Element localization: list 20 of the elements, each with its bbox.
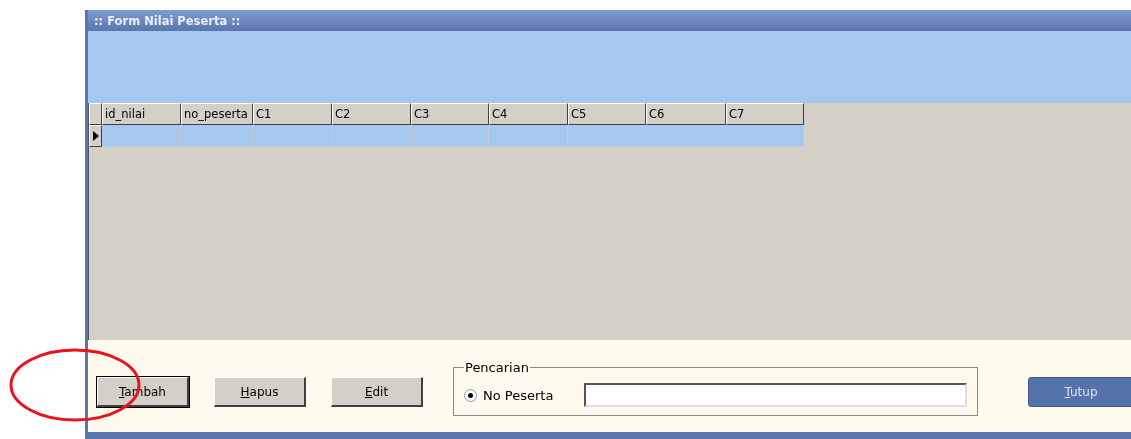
column-header[interactable]: no_peserta [181, 103, 253, 125]
edit-button[interactable]: Edit [331, 377, 423, 407]
column-header[interactable]: C5 [568, 103, 646, 125]
radio-button[interactable] [464, 388, 477, 402]
search-field[interactable] [584, 383, 968, 407]
column-header[interactable]: C6 [646, 103, 726, 125]
column-header[interactable]: C2 [332, 103, 411, 125]
row-selector[interactable] [89, 125, 102, 147]
delete-button[interactable]: Hapus [214, 377, 306, 407]
column-header[interactable]: C1 [253, 103, 332, 125]
group-title: Pencarian [464, 360, 530, 375]
column-header[interactable]: C7 [726, 103, 804, 125]
column-header[interactable]: C4 [489, 103, 568, 125]
column-header[interactable]: id_nilai [102, 103, 181, 125]
current-row-icon [92, 131, 99, 141]
column-header[interactable]: C3 [411, 103, 489, 125]
radio-label: No Peserta [483, 387, 554, 403]
table-cell [181, 125, 253, 147]
window-title: :: Form Nilai Peserta :: [94, 13, 241, 28]
close-button[interactable]: Tutup [1028, 377, 1131, 407]
